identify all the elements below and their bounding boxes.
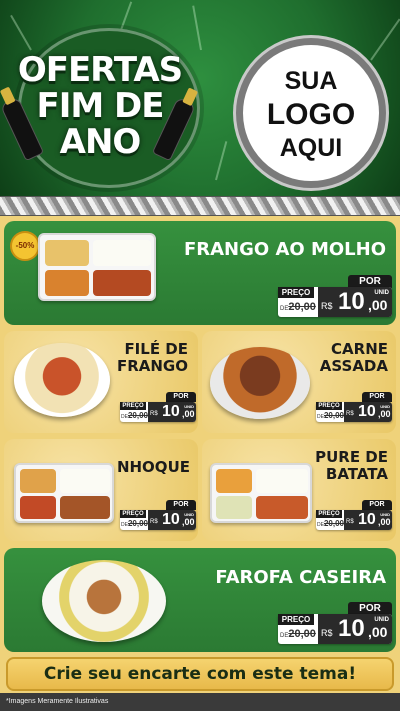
price-label: PREÇO <box>278 287 314 298</box>
food-image <box>14 463 114 523</box>
cta-button[interactable]: Crie seu encarte com este tema! <box>6 657 394 691</box>
title-line-1: OFERTAS <box>17 50 183 90</box>
price-label: PREÇO <box>316 510 342 518</box>
old-price: DE20,00 <box>317 519 344 528</box>
food-image <box>38 233 156 301</box>
product-name: FRANGO AO MOLHO <box>183 239 386 260</box>
price-per-label: POR <box>362 500 392 510</box>
rope-divider <box>0 196 400 216</box>
product-card-carne-assada[interactable]: CARNE ASSADA POR PREÇO DE20,00 R$ 10 ,00… <box>202 331 396 433</box>
price-box: PREÇO DE20,00 R$ 10 ,00 UNID <box>120 402 196 422</box>
price-box: PREÇO DE20,00 R$ 10 ,00 UNID <box>278 614 392 644</box>
price-box: PREÇO DE20,00 R$ 10 ,00 UNID <box>316 402 392 422</box>
logo-placeholder[interactable]: SUA LOGO AQUI <box>236 38 386 188</box>
disclaimer: *Imagens Meramente Ilustrativas <box>0 693 400 711</box>
product-card-pure-de-batata[interactable]: PURE DE BATATA POR PREÇO DE20,00 R$ 10 ,… <box>202 439 396 541</box>
header-banner: OFERTAS FIM DE ANO SUA LOGO AQUI <box>0 0 400 196</box>
firework-spark <box>215 141 228 181</box>
old-price: DE20,00 <box>121 519 148 528</box>
logo-text-2: LOGO <box>266 98 356 131</box>
price-box: PREÇO DE20,00 R$ 10 ,00 UNID <box>316 510 392 530</box>
food-image <box>210 463 312 523</box>
food-image <box>42 560 166 642</box>
price-label: PREÇO <box>316 402 342 410</box>
price-tag: POR PREÇO DE20,00 R$ 10 ,00 UNID <box>120 392 196 422</box>
price-per-label: POR <box>166 392 196 402</box>
product-card-file-de-frango[interactable]: FILÉ DE FRANGO POR PREÇO DE20,00 R$ 10 ,… <box>4 331 198 433</box>
food-image <box>210 347 310 419</box>
product-name: PURE DE BATATA <box>315 448 388 483</box>
old-price: DE20,00 <box>317 411 344 420</box>
product-name: NHOQUE <box>116 458 190 476</box>
product-card-farofa-caseira[interactable]: FAROFA CASEIRA POR PREÇO DE20,00 R$ 10 ,… <box>4 548 396 652</box>
product-name: FAROFA CASEIRA <box>215 567 386 588</box>
price-tag: POR PREÇO DE20,00 R$ 10 ,00 UNID <box>316 392 392 422</box>
price-label: PREÇO <box>278 614 314 625</box>
old-price: DE20,00 <box>280 628 316 640</box>
price-tag: POR PREÇO DE20,00 R$ 10 ,00 UNID <box>278 602 392 644</box>
product-card-nhoque[interactable]: NHOQUE POR PREÇO DE20,00 R$ 10 ,00 UNID <box>4 439 198 541</box>
new-price: R$ 10 ,00 UNID <box>148 510 196 530</box>
firework-spark <box>192 5 202 51</box>
price-label: PREÇO <box>120 510 146 518</box>
logo-text-3: AQUI <box>279 134 343 162</box>
price-label: PREÇO <box>120 402 146 410</box>
cta-label: Crie seu encarte com este tema! <box>43 664 357 684</box>
new-price: R$ 10 ,00 UNID <box>148 402 196 422</box>
price-per-label: POR <box>166 500 196 510</box>
product-card-frango-ao-molho[interactable]: -50% FRANGO AO MOLHO POR PREÇO DE20,00 R… <box>4 221 396 325</box>
price-tag: POR PREÇO DE20,00 R$ 10 ,00 UNID <box>278 275 392 317</box>
price-tag: POR PREÇO DE20,00 R$ 10 ,00 UNID <box>120 500 196 530</box>
price-box: PREÇO DE20,00 R$ 10 ,00 UNID <box>278 287 392 317</box>
product-name: FILÉ DE FRANGO <box>116 340 188 375</box>
price-box: PREÇO DE20,00 R$ 10 ,00 UNID <box>120 510 196 530</box>
discount-badge: -50% <box>10 231 40 261</box>
firework-spark <box>120 1 133 31</box>
firework-spark <box>370 18 400 61</box>
title-line-3: ANO <box>59 122 142 162</box>
title-line-2: FIM DE <box>36 86 165 126</box>
old-price: DE20,00 <box>280 301 316 313</box>
price-tag: POR PREÇO DE20,00 R$ 10 ,00 UNID <box>316 500 392 530</box>
new-price: R$ 10 ,00 UNID <box>318 614 392 644</box>
product-name: CARNE ASSADA <box>319 340 388 375</box>
old-price: DE20,00 <box>121 411 148 420</box>
new-price: R$ 10 ,00 UNID <box>344 402 392 422</box>
new-price: R$ 10 ,00 UNID <box>344 510 392 530</box>
logo-text-1: SUA <box>284 67 338 95</box>
new-price: R$ 10 ,00 UNID <box>318 287 392 317</box>
food-image <box>14 343 110 417</box>
firework-spark <box>10 14 32 51</box>
price-per-label: POR <box>362 392 392 402</box>
